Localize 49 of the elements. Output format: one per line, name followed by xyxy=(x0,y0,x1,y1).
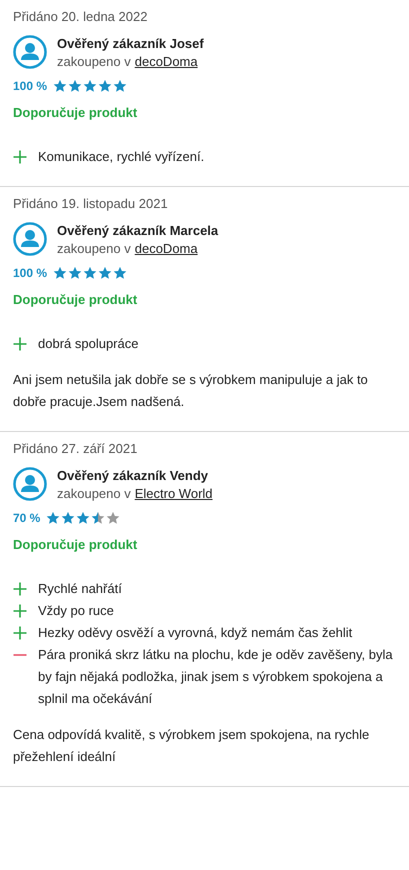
star-icon xyxy=(46,511,60,525)
shop-link[interactable]: Electro World xyxy=(134,486,213,500)
star-icon xyxy=(68,79,82,93)
review-point: Vždy po ruce xyxy=(38,602,114,620)
star-icon xyxy=(53,266,68,280)
review-comment: Ani jsem netušila jak dobře se s výrobkem manipuluje a jak to dobře pracuje.Jsem nadšená. xyxy=(13,371,369,411)
star-icon xyxy=(113,79,128,93)
plus-icon xyxy=(13,150,27,164)
star-icon xyxy=(76,511,90,525)
purchase-note: zakoupeno v xyxy=(57,486,131,500)
avatar-icon xyxy=(13,467,47,501)
purchase-note: zakoupeno v xyxy=(57,54,131,68)
star-icon xyxy=(68,266,82,280)
star-icon xyxy=(83,79,98,93)
star-icon xyxy=(98,266,112,280)
recommendation-label: Doporučuje produkt xyxy=(13,537,138,552)
rating-percent: 70 % xyxy=(13,511,40,525)
star-icon xyxy=(61,511,76,525)
recommendation-label: Doporučuje produkt xyxy=(13,292,138,307)
avatar-icon xyxy=(13,222,47,256)
author-name: Ověřený zákazník Vendy xyxy=(57,468,210,482)
plus-icon xyxy=(13,626,27,640)
star-icon xyxy=(98,79,112,93)
review-point: Rychlé nahřátí xyxy=(38,580,122,598)
review-point: Pára proniká skrz látku na plochu, kde je oděv zavěšeny, byla by fajn nějaká podložka, jinak jsem s výrobkem spokojena a splnil ma očekávání xyxy=(38,646,394,708)
review-date: Přidáno 19. listopadu 2021 xyxy=(13,196,169,211)
star-icon xyxy=(91,511,106,525)
review-point: Komunikace, rychlé vyřízení. xyxy=(38,148,204,166)
review-date: Přidáno 27. září 2021 xyxy=(13,441,138,456)
author-name: Ověřený zákazník Josef xyxy=(57,36,204,50)
star-icon xyxy=(113,266,128,280)
review-point: dobrá spolupráce xyxy=(38,335,138,353)
shop-link[interactable]: decoDoma xyxy=(134,240,198,256)
review-comment: Cena odpovídá kvalitě, s výrobkem jsem spokojena, na rychle přežehlení ideální xyxy=(13,726,370,766)
review-date: Přidáno 20. ledna 2022 xyxy=(13,9,148,24)
plus-icon xyxy=(13,604,27,618)
review-point: Hezky oděvy osvěží a vyrovná, když nemám čas žehlit xyxy=(38,624,352,642)
rating-percent: 100 % xyxy=(13,266,48,280)
rating-percent: 100 % xyxy=(13,79,48,93)
recommendation-label: Doporučuje produkt xyxy=(13,105,138,120)
star-icon xyxy=(53,79,68,93)
purchase-note: zakoupeno v xyxy=(57,240,131,256)
star-icon xyxy=(83,266,98,280)
plus-icon xyxy=(13,337,27,351)
star-icon xyxy=(106,511,120,525)
shop-link[interactable]: decoDoma xyxy=(134,54,198,68)
author-name: Ověřený zákazník Marcela xyxy=(57,222,218,238)
avatar-icon xyxy=(13,35,47,69)
plus-icon xyxy=(13,582,27,596)
